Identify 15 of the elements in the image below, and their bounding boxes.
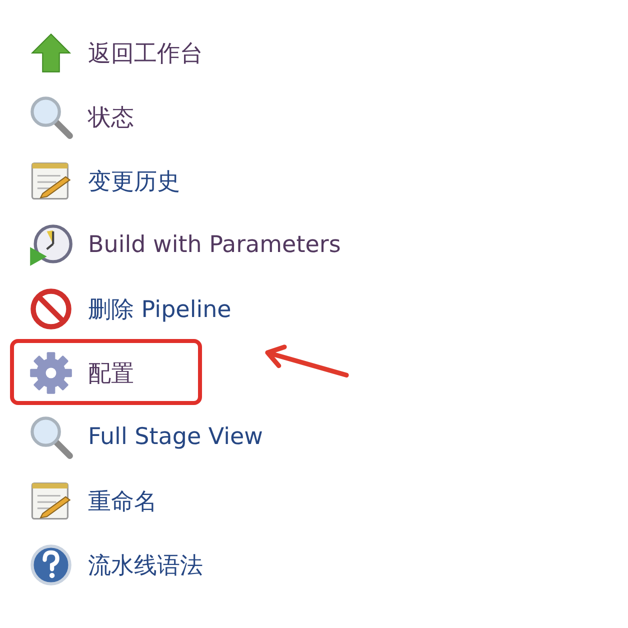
menu-link[interactable]: 重命名 [88, 486, 157, 516]
search-icon [28, 414, 74, 460]
menu-link[interactable]: 状态 [88, 102, 134, 132]
menu-link[interactable]: Build with Parameters [88, 232, 341, 258]
menu-link[interactable]: 配置 [88, 358, 134, 388]
menu-link[interactable]: 流水线语法 [88, 550, 203, 580]
help-icon [28, 542, 74, 588]
prohibited-icon [28, 286, 74, 332]
menu-link[interactable]: Full Stage View [88, 424, 263, 450]
menu-link[interactable]: 返回工作台 [88, 38, 203, 68]
clock-play-icon [28, 222, 74, 268]
search-icon [28, 94, 74, 140]
settings-icon [28, 350, 74, 396]
menu-link[interactable]: 删除 Pipeline [88, 294, 232, 324]
menu-link[interactable]: 变更历史 [88, 166, 180, 196]
